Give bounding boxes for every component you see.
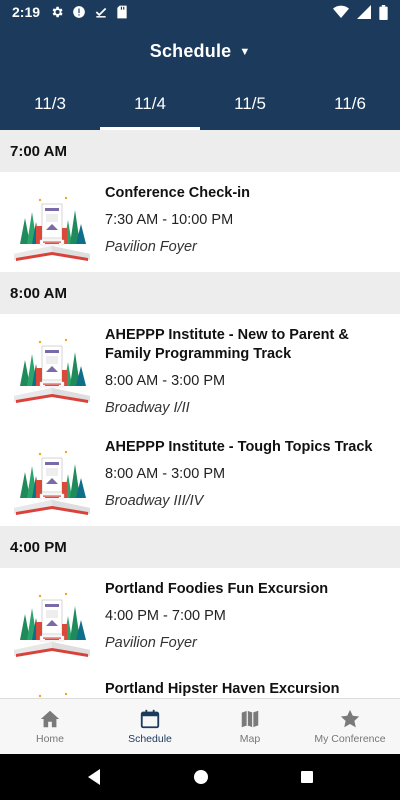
tab-day-2[interactable]: 11/4 xyxy=(100,78,200,130)
nav-label: Map xyxy=(239,733,261,745)
session-thumbnail xyxy=(13,196,91,262)
sd-card-icon xyxy=(116,5,128,19)
time-header: 7:00 AM xyxy=(0,130,400,172)
status-icons-left xyxy=(50,5,128,19)
status-time: 2:19 xyxy=(12,4,41,20)
recents-icon[interactable] xyxy=(300,770,314,784)
home-circle-icon[interactable] xyxy=(193,769,209,785)
session-info: Conference Check-in 7:30 AM - 10:00 PM P… xyxy=(105,180,388,264)
session-item[interactable]: Portland Hipster Haven Excursion xyxy=(0,668,400,698)
tab-label: 11/5 xyxy=(234,94,266,113)
session-info: Portland Foodies Fun Excursion 4:00 PM -… xyxy=(105,576,388,660)
tab-label: 11/6 xyxy=(334,94,366,113)
nav-map[interactable]: Map xyxy=(200,699,300,754)
session-info: AHEPPP Institute - Tough Topics Track 8:… xyxy=(105,434,388,518)
session-location: Broadway III/IV xyxy=(105,493,204,509)
back-icon[interactable] xyxy=(86,768,102,786)
session-time: 4:00 PM - 7:00 PM xyxy=(105,608,226,624)
battery-icon xyxy=(379,4,388,20)
session-title: Portland Foodies Fun Excursion xyxy=(105,581,329,597)
session-thumbnail xyxy=(13,692,91,698)
session-title: AHEPPP Institute - Tough Topics Track xyxy=(105,439,373,455)
session-location: Pavilion Foyer xyxy=(105,635,197,651)
app-header[interactable]: Schedule ▼ xyxy=(0,24,400,78)
nav-label: My Conference xyxy=(314,733,386,745)
nav-schedule[interactable]: Schedule xyxy=(100,699,200,754)
home-icon xyxy=(40,710,60,728)
session-item[interactable]: AHEPPP Institute - New to Parent & Famil… xyxy=(0,314,400,426)
time-header: 8:00 AM xyxy=(0,272,400,314)
session-item[interactable]: Portland Foodies Fun Excursion 4:00 PM -… xyxy=(0,568,400,668)
star-icon xyxy=(340,709,360,728)
time-header: 4:00 PM xyxy=(0,526,400,568)
alert-icon xyxy=(72,5,86,19)
status-bar: 2:19 xyxy=(0,0,400,24)
tab-day-1[interactable]: 11/3 xyxy=(0,78,100,130)
nav-home[interactable]: Home xyxy=(0,699,100,754)
session-info: AHEPPP Institute - New to Parent & Famil… xyxy=(105,322,388,418)
session-time: 8:00 AM - 3:00 PM xyxy=(105,373,226,389)
session-thumbnail xyxy=(13,450,91,516)
session-time: 8:00 AM - 3:00 PM xyxy=(105,466,226,482)
session-title: Conference Check-in xyxy=(105,185,251,201)
session-thumbnail xyxy=(13,338,91,404)
tab-day-4[interactable]: 11/6 xyxy=(300,78,400,130)
schedule-list[interactable]: 7:00 AM Conference Check-in 7:30 AM - 10… xyxy=(0,130,400,698)
system-nav xyxy=(0,754,400,800)
session-title: Portland Hipster Haven Excursion xyxy=(105,681,340,697)
wifi-icon xyxy=(333,5,349,19)
calendar-icon xyxy=(140,709,160,729)
session-item[interactable]: AHEPPP Institute - Tough Topics Track 8:… xyxy=(0,426,400,526)
session-thumbnail xyxy=(13,592,91,658)
session-item[interactable]: Conference Check-in 7:30 AM - 10:00 PM P… xyxy=(0,172,400,272)
map-icon xyxy=(241,710,259,728)
tab-day-3[interactable]: 11/5 xyxy=(200,78,300,130)
tab-label: 11/4 xyxy=(134,94,166,113)
session-location: Pavilion Foyer xyxy=(105,239,197,255)
download-done-icon xyxy=(94,5,108,19)
signal-icon xyxy=(357,5,371,19)
tab-label: 11/3 xyxy=(34,94,66,113)
bottom-nav: Home Schedule Map My Conference xyxy=(0,698,400,754)
status-icons-right xyxy=(333,4,388,20)
page-title[interactable]: Schedule xyxy=(150,41,232,62)
gear-icon xyxy=(50,5,64,19)
session-location: Broadway I/II xyxy=(105,400,190,416)
nav-label: Schedule xyxy=(128,733,172,745)
session-title: AHEPPP Institute - New to Parent & Famil… xyxy=(105,327,349,362)
session-info: Portland Hipster Haven Excursion xyxy=(105,676,388,698)
day-tabs: 11/3 11/4 11/5 11/6 xyxy=(0,78,400,130)
caret-down-icon[interactable]: ▼ xyxy=(239,46,250,58)
nav-label: Home xyxy=(35,733,64,745)
session-time: 7:30 AM - 10:00 PM xyxy=(105,212,234,228)
nav-my-conference[interactable]: My Conference xyxy=(300,699,400,754)
